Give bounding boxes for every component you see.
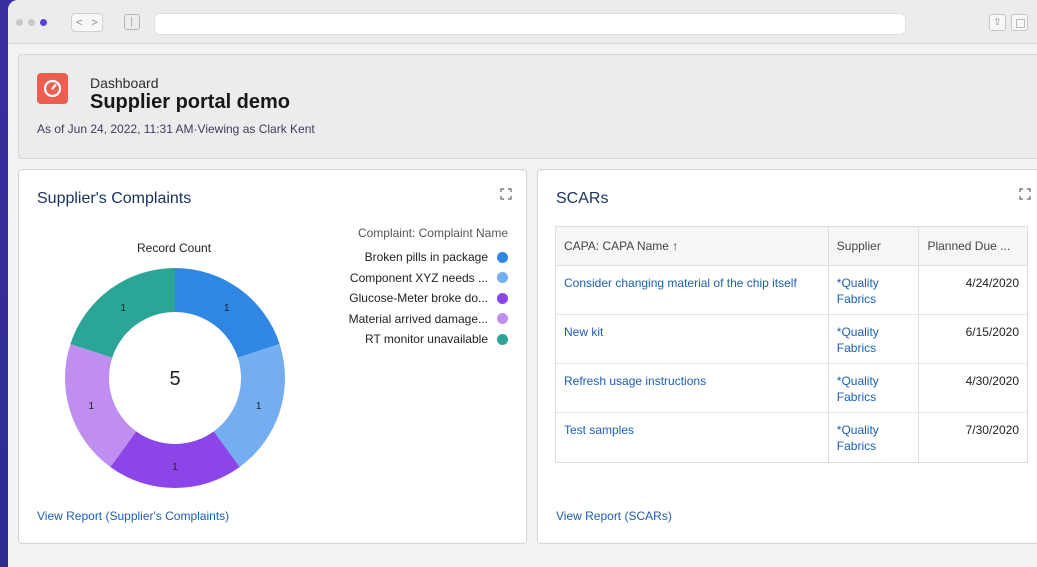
sidebar-toggle-icon[interactable] — [124, 14, 140, 30]
supplier-link[interactable]: *Quality Fabrics — [829, 266, 920, 314]
expand-icon[interactable] — [1019, 188, 1031, 200]
column-header-capa-name[interactable]: CAPA: CAPA Name ↑ — [556, 227, 829, 265]
legend-title: Complaint: Complaint Name — [357, 226, 508, 240]
donut-slice-value: 1 — [120, 303, 126, 314]
legend-color-swatch — [497, 333, 508, 345]
planned-due-date: 4/30/2020 — [965, 374, 1019, 388]
legend-item-label: Component XYZ needs ... — [349, 270, 488, 285]
dashboard-header: Dashboard Supplier portal demo As of Jun… — [18, 54, 1037, 159]
table-row: Consider changing material of the chip i… — [556, 266, 1027, 315]
window-controls — [16, 19, 47, 26]
table-row: Refresh usage instructions *Quality Fabri… — [556, 364, 1027, 413]
table-row: New kit *Quality Fabrics 6/15/2020 — [556, 315, 1027, 364]
widget-title: SCARs — [556, 190, 609, 207]
view-report-link[interactable]: View Report (SCARs) — [556, 509, 672, 523]
expand-icon[interactable] — [500, 188, 512, 200]
chart-legend: Complaint: Complaint Name Broken pills i… — [308, 226, 508, 350]
legend-item-label: Material arrived damage... — [348, 311, 488, 326]
column-header-supplier[interactable]: Supplier — [829, 227, 920, 265]
legend-item-label: RT monitor unavailable — [365, 332, 488, 347]
zoom-window-button[interactable] — [40, 19, 47, 26]
browser-titlebar: < > ⇪ — [8, 0, 1037, 44]
view-report-link[interactable]: View Report (Supplier's Complaints) — [37, 509, 229, 523]
widget-title: Supplier's Complaints — [37, 190, 192, 207]
capa-name-link[interactable]: Test samples — [556, 413, 829, 462]
planned-due-date: 4/24/2020 — [965, 276, 1019, 290]
supplier-link[interactable]: *Quality Fabrics — [829, 315, 920, 363]
legend-item[interactable]: RT monitor unavailable — [308, 329, 508, 350]
donut-chart: 1 1 1 1 1 5 — [65, 268, 285, 488]
donut-slice-value: 1 — [89, 401, 95, 412]
donut-slice-value: 1 — [224, 303, 230, 314]
tabs-overview-icon[interactable] — [1011, 14, 1028, 31]
share-icon[interactable]: ⇪ — [989, 14, 1006, 31]
minimize-window-button[interactable] — [28, 19, 35, 26]
page-meta: As of Jun 24, 2022, 11:31 AM·Viewing as … — [37, 122, 315, 136]
legend-color-swatch — [497, 272, 508, 284]
legend-item-label: Glucose-Meter broke do... — [349, 291, 488, 306]
column-header-planned-due[interactable]: Planned Due ... — [919, 227, 1027, 265]
donut-slice-value: 1 — [256, 401, 262, 412]
legend-item[interactable]: Glucose-Meter broke do... — [308, 288, 508, 309]
chart-metric-label: Record Count — [137, 241, 212, 255]
legend-item-label: Broken pills in package — [364, 250, 488, 265]
back-icon[interactable]: < — [76, 17, 82, 29]
donut-total: 5 — [169, 368, 180, 390]
donut-slice-value: 1 — [172, 462, 178, 473]
capa-name-link[interactable]: Consider changing material of the chip i… — [556, 266, 829, 314]
scars-table: CAPA: CAPA Name ↑ Supplier Planned Due .… — [555, 226, 1028, 463]
legend-color-swatch — [497, 292, 508, 304]
page-type-label: Dashboard — [90, 75, 159, 91]
legend-item[interactable]: Material arrived damage... — [308, 309, 508, 330]
close-window-button[interactable] — [16, 19, 23, 26]
table-header-row: CAPA: CAPA Name ↑ Supplier Planned Due .… — [556, 227, 1027, 266]
capa-name-link[interactable]: Refresh usage instructions — [556, 364, 829, 412]
navigation-buttons: < > — [71, 13, 103, 32]
planned-due-date: 7/30/2020 — [965, 423, 1019, 437]
page-title: Supplier portal demo — [90, 91, 291, 113]
complaints-widget: Supplier's Complaints Record Count 11111… — [18, 169, 527, 544]
gauge-icon — [37, 73, 68, 104]
planned-due-date: 6/15/2020 — [965, 325, 1019, 339]
legend-color-swatch — [497, 313, 508, 325]
scars-widget: SCARs CAPA: CAPA Name ↑ Supplier Planned… — [537, 169, 1037, 544]
supplier-link[interactable]: *Quality Fabrics — [829, 413, 920, 462]
legend-color-swatch — [497, 251, 508, 263]
table-row: Test samples *Quality Fabrics 7/30/2020 — [556, 413, 1027, 462]
capa-name-link[interactable]: New kit — [556, 315, 829, 363]
forward-icon[interactable]: > — [91, 17, 97, 29]
supplier-link[interactable]: *Quality Fabrics — [829, 364, 920, 412]
legend-item[interactable]: Broken pills in package — [308, 247, 508, 268]
browser-window: < > ⇪ Dashboard Supplier portal demo As … — [8, 0, 1037, 567]
address-bar[interactable] — [154, 13, 906, 35]
legend-item[interactable]: Component XYZ needs ... — [308, 268, 508, 289]
